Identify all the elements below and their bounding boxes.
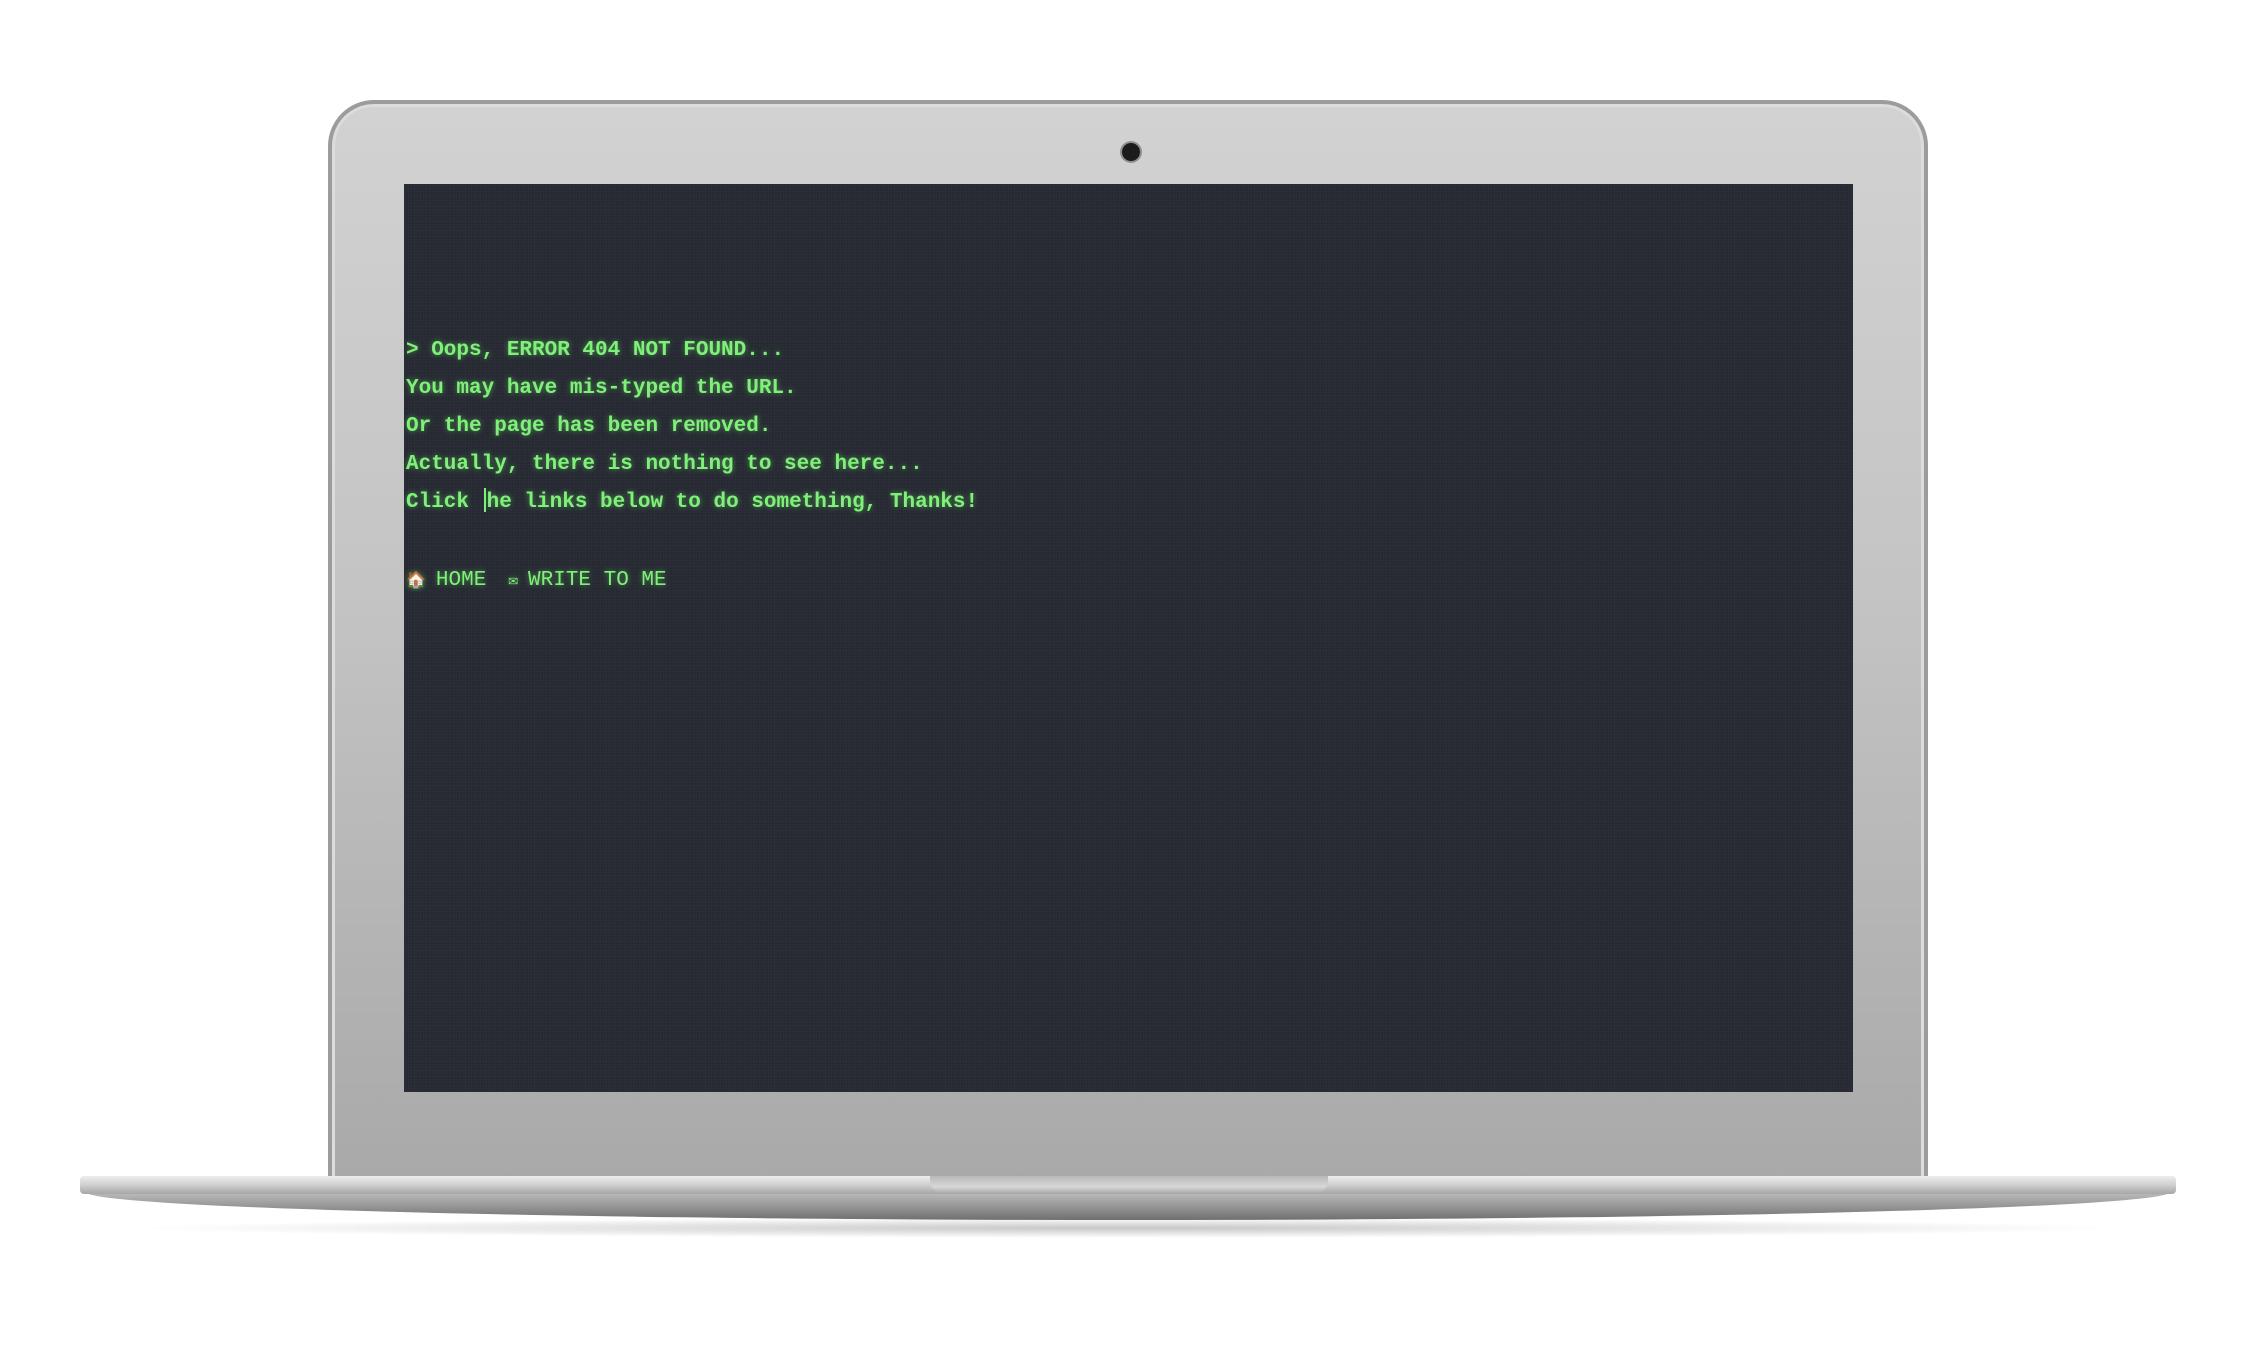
laptop-base-lower [86, 1192, 2170, 1220]
laptop-screen [404, 184, 1853, 1092]
write-to-me-link[interactable]: ✉ WRITE TO ME [508, 562, 666, 600]
laptop-shadow [120, 1218, 2130, 1238]
mail-icon: ✉ [508, 572, 518, 590]
laptop-notch [930, 1176, 1328, 1194]
message-line-typing: Click he links below to do something, Th… [406, 484, 978, 522]
message-line-start: Click [406, 491, 482, 514]
write-to-me-label: WRITE TO ME [527, 569, 667, 592]
error-line: > Oops, ERROR 404 NOT FOUND... [406, 339, 785, 362]
home-link-label: HOME [435, 569, 487, 592]
link-row: 🏠 HOME ✉ WRITE TO ME [406, 562, 978, 600]
home-icon: 🏠 [406, 572, 426, 590]
message-line-end: he links below to do something, Thanks! [486, 491, 979, 514]
message-line: You may have mis-typed the URL. [406, 377, 797, 400]
page: > Oops, ERROR 404 NOT FOUND... You may h… [0, 0, 2251, 1358]
home-link[interactable]: 🏠 HOME [406, 562, 486, 600]
message-line: Or the page has been removed. [406, 415, 772, 438]
terminal-message: > Oops, ERROR 404 NOT FOUND... You may h… [406, 332, 978, 600]
typing-cursor [483, 488, 486, 512]
message-line: Actually, there is nothing to see here..… [406, 453, 923, 476]
camera-icon [1122, 143, 1140, 161]
